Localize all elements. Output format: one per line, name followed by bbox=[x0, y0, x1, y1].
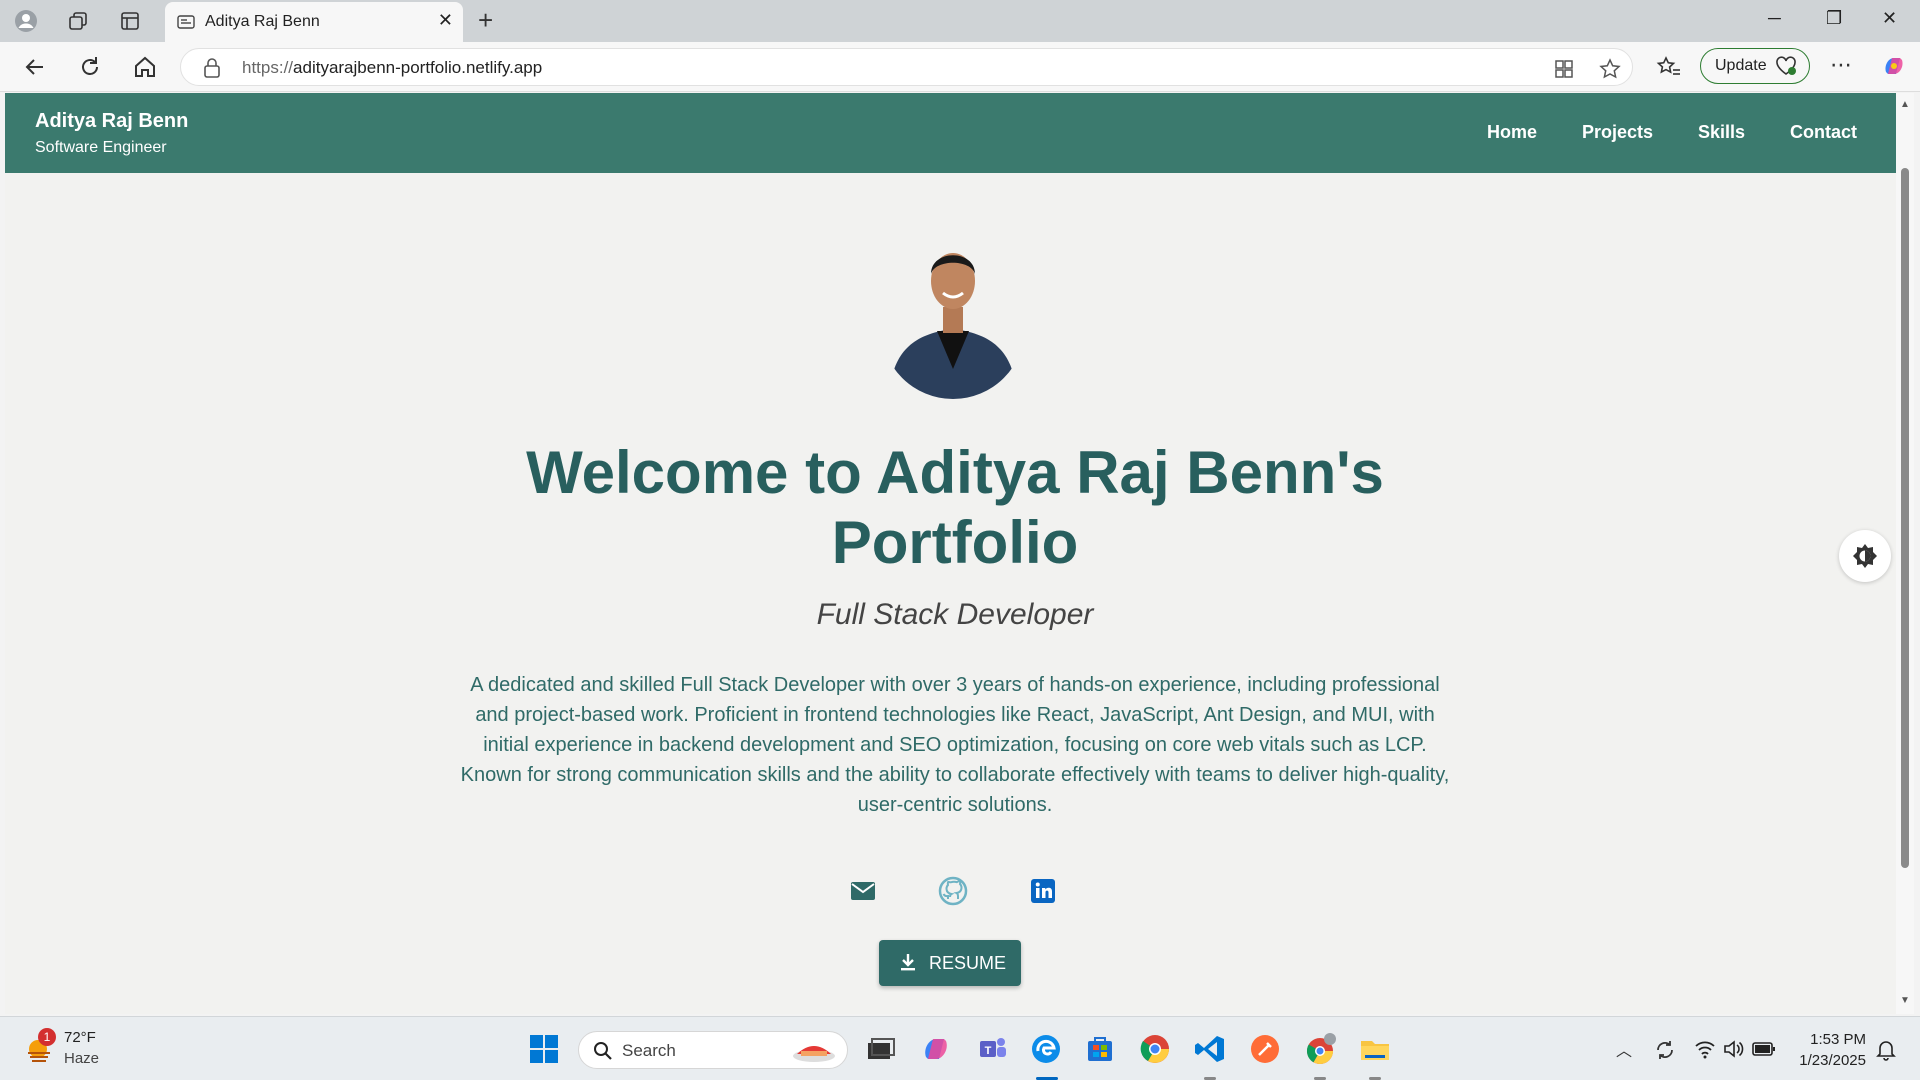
brightness-icon bbox=[1853, 544, 1877, 568]
home-icon[interactable] bbox=[132, 54, 158, 80]
browser-toolbar: https://adityarajbenn-portfolio.netlify.… bbox=[0, 42, 1920, 92]
weather-temperature: 72°F bbox=[64, 1029, 96, 1046]
update-label: Update bbox=[1715, 57, 1767, 74]
store-icon[interactable] bbox=[1082, 1031, 1118, 1067]
back-icon[interactable] bbox=[22, 54, 48, 80]
new-tab-icon[interactable]: + bbox=[478, 6, 493, 34]
bio-paragraph: A dedicated and skilled Full Stack Devel… bbox=[460, 674, 1450, 816]
file-explorer-icon[interactable] bbox=[1357, 1031, 1393, 1067]
chrome-profile-icon[interactable] bbox=[1302, 1031, 1338, 1067]
chrome-icon[interactable] bbox=[1137, 1031, 1173, 1067]
vertical-tabs-icon[interactable] bbox=[118, 9, 142, 33]
svg-text:T: T bbox=[985, 1045, 992, 1057]
sync-icon[interactable] bbox=[1654, 1039, 1676, 1061]
search-highlight-icon bbox=[793, 1046, 835, 1062]
copilot-taskbar-icon[interactable] bbox=[918, 1031, 954, 1067]
search-icon bbox=[594, 1042, 612, 1060]
page-viewport: Aditya Raj Benn Software Engineer Home P… bbox=[5, 93, 1896, 1014]
window-close-icon[interactable]: ✕ bbox=[1882, 8, 1897, 29]
wifi-icon[interactable] bbox=[1694, 1039, 1716, 1059]
task-view-icon[interactable] bbox=[862, 1031, 898, 1067]
brand-subtitle: Software Engineer bbox=[35, 139, 167, 156]
tray-overflow-icon[interactable]: ︿ bbox=[1616, 1037, 1632, 1061]
battery-icon[interactable] bbox=[1752, 1041, 1776, 1057]
teams-icon[interactable]: T bbox=[974, 1031, 1010, 1067]
site-header: Aditya Raj Benn Software Engineer Home P… bbox=[5, 93, 1896, 173]
tab-title: Aditya Raj Benn bbox=[205, 13, 320, 30]
scroll-down-icon[interactable]: ▼ bbox=[1900, 995, 1910, 1006]
update-button[interactable]: Update bbox=[1700, 48, 1810, 84]
address-bar[interactable]: https://adityarajbenn-portfolio.netlify.… bbox=[180, 48, 1633, 86]
favorites-icon[interactable] bbox=[1656, 54, 1682, 80]
taskbar-time[interactable]: 1:53 PM bbox=[1796, 1031, 1866, 1048]
browser-tab-strip: Aditya Raj Benn ✕ + ─ ❐ ✕ bbox=[0, 0, 1920, 42]
tab-close-icon[interactable]: ✕ bbox=[438, 10, 453, 31]
update-heart-icon bbox=[1776, 56, 1796, 75]
brand-name[interactable]: Aditya Raj Benn bbox=[35, 110, 188, 133]
scroll-up-icon[interactable]: ▲ bbox=[1900, 99, 1910, 110]
search-placeholder: Search bbox=[622, 1041, 676, 1060]
favorite-star-icon[interactable] bbox=[1599, 58, 1621, 80]
profile-photo bbox=[881, 219, 1025, 399]
volume-icon[interactable] bbox=[1722, 1039, 1744, 1059]
start-icon[interactable] bbox=[526, 1031, 562, 1067]
scroll-thumb[interactable] bbox=[1901, 168, 1909, 868]
nav-home[interactable]: Home bbox=[1487, 122, 1537, 143]
refresh-icon[interactable] bbox=[77, 54, 103, 80]
hero-title-line2: Portfolio bbox=[831, 509, 1079, 576]
app-available-icon[interactable] bbox=[1553, 58, 1575, 80]
hero-title-line1: Welcome to Aditya Raj Benn's bbox=[526, 439, 1384, 506]
download-icon bbox=[901, 954, 915, 971]
weather-badge: 1 bbox=[38, 1028, 56, 1046]
hero-subtitle: Full Stack Developer bbox=[816, 598, 1094, 631]
hero-title: Welcome to Aditya Raj Benn's Portfolio bbox=[405, 438, 1505, 578]
tab-favicon-icon bbox=[177, 15, 195, 29]
browser-tab-active[interactable]: Aditya Raj Benn ✕ bbox=[165, 2, 463, 42]
weather-condition: Haze bbox=[64, 1050, 100, 1067]
profile-icon[interactable] bbox=[14, 9, 38, 33]
nav-skills[interactable]: Skills bbox=[1698, 122, 1745, 143]
taskbar-date[interactable]: 1/23/2025 bbox=[1780, 1052, 1866, 1069]
notification-bell-icon[interactable] bbox=[1876, 1039, 1896, 1061]
minimize-icon[interactable]: ─ bbox=[1768, 8, 1781, 29]
github-icon[interactable] bbox=[938, 876, 968, 906]
windows-taskbar: 1 72°F Haze Search T ︿ 1:53 PM 1/23/2025 bbox=[0, 1016, 1920, 1080]
restore-icon[interactable]: ❐ bbox=[1826, 8, 1842, 29]
page-scrollbar[interactable]: ▲ ▼ bbox=[1896, 93, 1914, 1014]
resume-button[interactable]: RESUME bbox=[879, 940, 1021, 986]
copilot-icon[interactable] bbox=[1880, 52, 1908, 80]
linkedin-icon[interactable] bbox=[1028, 876, 1058, 906]
lock-icon[interactable] bbox=[203, 58, 221, 78]
url-text[interactable]: https://adityarajbenn-portfolio.netlify.… bbox=[242, 58, 542, 78]
taskbar-search[interactable]: Search bbox=[578, 1031, 848, 1069]
nav-projects[interactable]: Projects bbox=[1582, 122, 1653, 143]
workspaces-icon[interactable] bbox=[66, 9, 90, 33]
resume-label: RESUME bbox=[929, 953, 1007, 973]
mail-icon[interactable] bbox=[848, 876, 878, 906]
more-options-icon[interactable]: ⋯ bbox=[1830, 52, 1852, 78]
edge-icon[interactable] bbox=[1028, 1031, 1064, 1067]
nav-contact[interactable]: Contact bbox=[1790, 122, 1857, 143]
postman-icon[interactable] bbox=[1247, 1031, 1283, 1067]
vscode-icon[interactable] bbox=[1192, 1031, 1228, 1067]
theme-toggle-button[interactable] bbox=[1839, 530, 1891, 582]
